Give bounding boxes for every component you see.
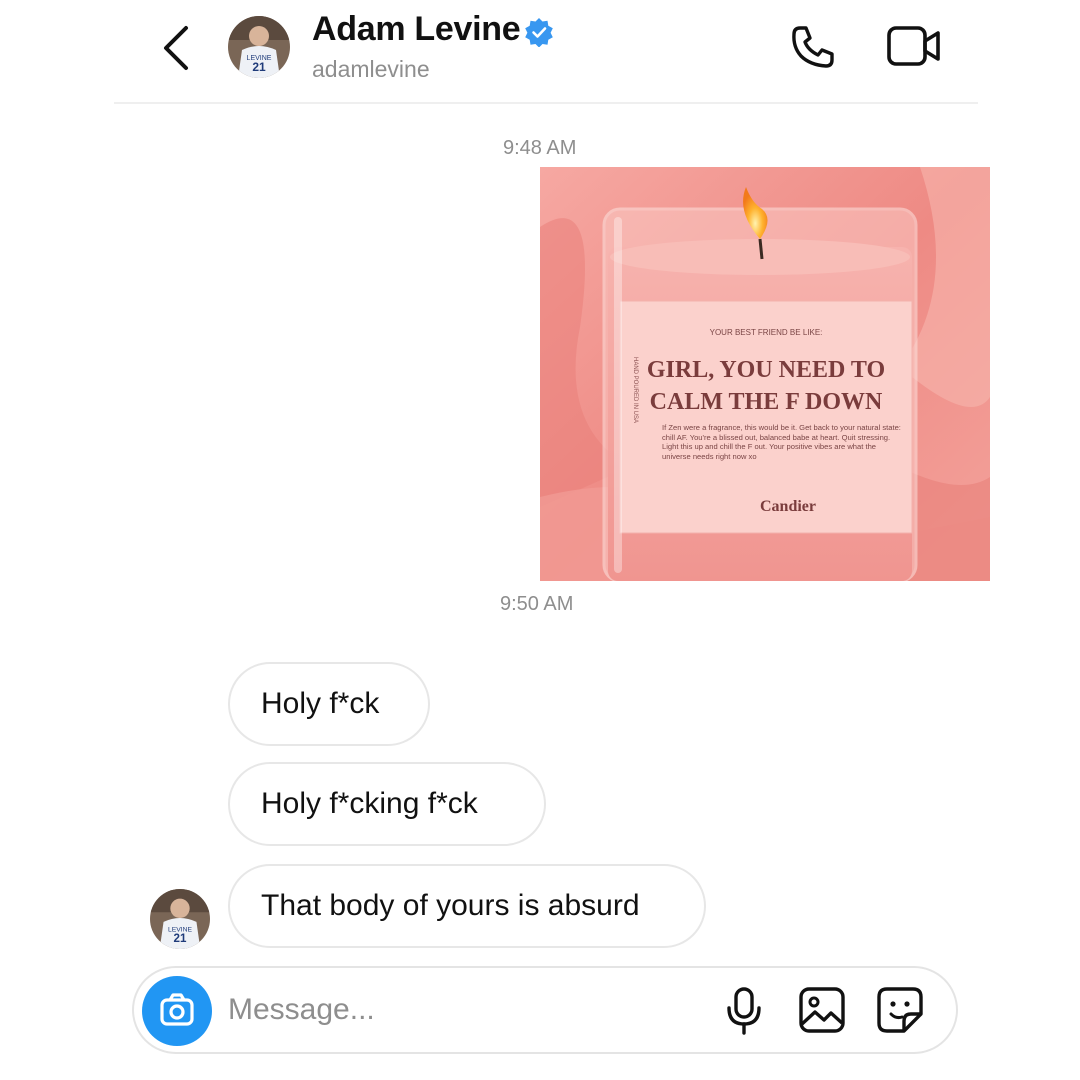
microphone-icon[interactable] [724,986,764,1036]
contact-handle[interactable]: adamlevine [312,56,430,83]
contact-name[interactable]: Adam Levine [312,10,521,49]
candle-side-text: HAND POURED IN USA [632,357,638,423]
dm-thread-screen: LEVINE 21 Adam Levine adamlevine 9:48 AM… [114,0,990,1080]
message-bubble[interactable]: That body of yours is absurd [228,864,706,948]
svg-text:21: 21 [252,60,266,74]
candle-brand: Candier [760,498,816,515]
verified-badge-icon [525,18,553,47]
candle-headline-line2: CALM THE F DOWN [650,389,883,415]
message-input[interactable] [228,988,608,1032]
phone-icon[interactable] [786,22,838,74]
message-timestamp: 9:50 AM [500,593,574,615]
shared-photo-candle[interactable]: YOUR BEST FRIEND BE LIKE: GIRL, YOU NEED… [540,167,990,581]
image-gallery-icon[interactable] [798,986,846,1034]
thread-header: LEVINE 21 Adam Levine adamlevine [114,0,978,104]
camera-icon [160,993,194,1026]
candle-headline-line1: GIRL, YOU NEED TO [647,357,885,383]
avatar[interactable]: LEVINE 21 [228,16,290,78]
candle-label-small: YOUR BEST FRIEND BE LIKE: [710,328,823,337]
sticker-icon[interactable] [876,986,924,1034]
video-camera-icon[interactable] [886,24,942,68]
svg-text:21: 21 [174,932,187,945]
sender-avatar[interactable]: LEVINE 21 [150,889,210,949]
chevron-left-icon[interactable] [156,22,196,74]
candle-body-text: If Zen were a fragrance, this would be i… [662,423,901,461]
message-bubble[interactable]: Holy f*ck [228,662,430,746]
camera-button[interactable] [142,976,212,1046]
message-bubble[interactable]: Holy f*cking f*ck [228,762,546,846]
message-timestamp: 9:48 AM [503,137,577,159]
message-composer [132,966,958,1054]
